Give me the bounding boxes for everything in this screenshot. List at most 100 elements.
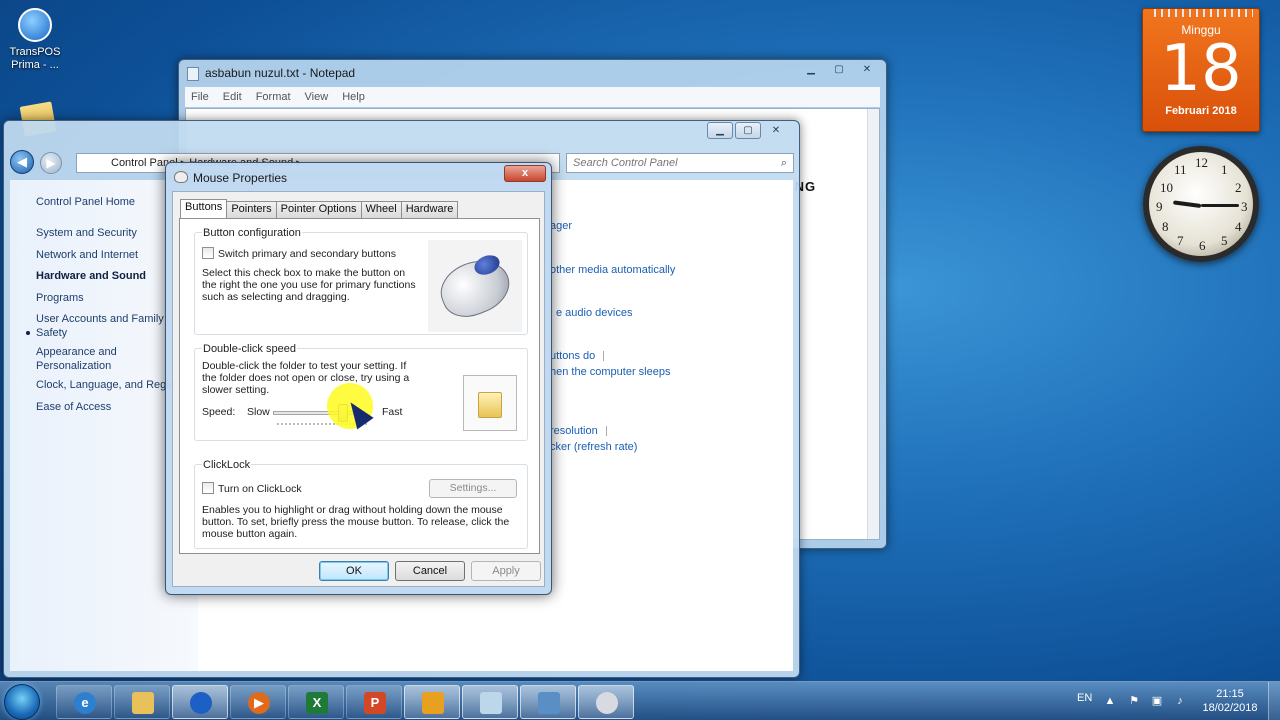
close-button[interactable]: ✕ (854, 61, 880, 78)
menu-view[interactable]: View (305, 91, 329, 103)
nav-hardware-sound[interactable]: Hardware and Sound (36, 269, 146, 283)
internet-explorer-icon: e (74, 692, 96, 714)
clock-number: 4 (1235, 219, 1242, 234)
speed-label: Speed: (202, 406, 236, 418)
minimize-button[interactable]: ▁ (798, 61, 824, 78)
current-bullet-icon (26, 331, 30, 335)
show-hidden-icons-icon[interactable]: ▲ (1103, 694, 1117, 708)
tab-strip: Buttons Pointers Pointer Options Wheel H… (180, 199, 459, 218)
link-refresh-rate[interactable]: cker (refresh rate) (550, 441, 637, 453)
menu-edit[interactable]: Edit (223, 91, 242, 103)
clicklock-group: ClickLock Turn on ClickLock Settings... … (194, 459, 528, 549)
test-folder-area[interactable] (463, 375, 517, 431)
dialog-title: Mouse Properties (193, 171, 288, 185)
link-computer-sleeps[interactable]: hen the computer sleeps (550, 366, 670, 378)
calendar-day-number: 18 (1160, 32, 1242, 106)
button-config-description: Select this check box to make the button… (202, 267, 416, 303)
notepad-title: asbabun nuzul.txt - Notepad (205, 66, 356, 80)
nav-network-internet[interactable]: Network and Internet (36, 248, 138, 262)
link-device-manager[interactable]: ager (550, 220, 572, 232)
clock-number: 2 (1235, 180, 1242, 195)
taskbar-internet-explorer[interactable]: e (56, 685, 112, 719)
language-indicator[interactable]: EN (1077, 692, 1092, 704)
link-audio-devices[interactable]: e audio devices (556, 307, 632, 319)
clicklock-checkbox[interactable] (202, 482, 214, 494)
close-button[interactable]: ✕ (763, 122, 789, 139)
nav-ease-of-access[interactable]: Ease of Access (36, 400, 111, 414)
nav-programs[interactable]: Programs (36, 291, 84, 305)
tab-pointers[interactable]: Pointers (226, 201, 277, 218)
network-icon[interactable]: ▣ (1150, 694, 1164, 708)
tray-clock[interactable]: 21:15 18/02/2018 (1202, 687, 1258, 715)
back-button[interactable]: ◀ (10, 150, 40, 176)
clock-number: 9 (1156, 199, 1163, 214)
taskbar-mouse-properties[interactable] (578, 685, 634, 719)
mouse-icon (174, 171, 188, 183)
link-power-buttons[interactable]: uttons do (550, 350, 605, 362)
clicklock-settings-button[interactable]: Settings... (429, 479, 517, 498)
close-button[interactable]: x (504, 165, 546, 182)
nav-user-accounts[interactable]: User Accounts and Family Safety (36, 312, 176, 340)
taskbar-transpos[interactable] (172, 685, 228, 719)
minimize-button[interactable]: ▁ (707, 122, 733, 139)
notepad-menubar: File Edit Format View Help (185, 87, 880, 107)
action-center-icon[interactable]: ⚑ (1127, 694, 1141, 708)
maximize-button[interactable]: ▢ (735, 122, 761, 139)
transpos-app-icon (18, 8, 52, 42)
tab-wheel[interactable]: Wheel (360, 201, 402, 218)
ok-button[interactable]: OK (319, 561, 389, 581)
clock-number: 5 (1221, 233, 1228, 248)
transpos-icon (190, 692, 212, 714)
switch-buttons-checkbox[interactable] (202, 247, 214, 259)
link-resolution[interactable]: resolution (550, 425, 607, 437)
search-placeholder: Search Control Panel (573, 157, 678, 169)
link-autoplay-media[interactable]: other media automatically (550, 264, 675, 276)
tray-date: 18/02/2018 (1202, 702, 1258, 714)
nav-appearance[interactable]: Appearance and Personalization (36, 345, 136, 373)
calendar-gadget[interactable]: Minggu 18 Februari 2018 (1142, 8, 1260, 132)
menu-help[interactable]: Help (342, 91, 365, 103)
tab-pointer-options[interactable]: Pointer Options (275, 201, 362, 218)
desktop-icon-transpos[interactable]: TransPOS Prima - ... (6, 8, 64, 72)
taskbar-excel[interactable]: X (288, 685, 344, 719)
double-click-description: Double-click the folder to test your set… (202, 360, 410, 396)
group-title: Button configuration (202, 227, 302, 239)
menu-file[interactable]: File (191, 91, 209, 103)
link-power-buttons-text: uttons do (550, 350, 596, 362)
powerpoint-icon: P (364, 692, 386, 714)
nav-control-panel-home[interactable]: Control Panel Home (36, 195, 135, 209)
switch-buttons-label: Switch primary and secondary buttons (218, 248, 397, 260)
start-button[interactable] (4, 684, 40, 720)
forward-button[interactable]: ▶ (40, 152, 62, 174)
search-input[interactable]: Search Control Panel ⌕ (566, 153, 794, 173)
nav-system-security[interactable]: System and Security (36, 226, 137, 240)
maximize-button[interactable]: ▢ (826, 61, 852, 78)
taskbar-control-panel[interactable] (520, 685, 576, 719)
apply-button[interactable]: Apply (471, 561, 541, 581)
clock-gadget[interactable]: 12 1 2 3 4 5 6 7 8 9 10 11 (1143, 146, 1259, 262)
taskbar-sticky-app[interactable] (404, 685, 460, 719)
mouse-properties-dialog: Mouse Properties x Buttons Pointers Poin… (165, 162, 552, 595)
tab-buttons[interactable]: Buttons (180, 199, 228, 218)
clock-number: 12 (1195, 155, 1208, 170)
clock-number: 7 (1177, 233, 1184, 248)
clicklock-label: Turn on ClickLock (218, 483, 302, 495)
tab-hardware[interactable]: Hardware (400, 201, 459, 218)
minute-hand (1201, 204, 1239, 207)
file-explorer-icon (132, 692, 154, 714)
calendar-rings (1149, 9, 1253, 17)
show-desktop-button[interactable] (1268, 682, 1280, 720)
taskbar-media-player[interactable]: ▶ (230, 685, 286, 719)
taskbar-file-explorer[interactable] (114, 685, 170, 719)
menu-format[interactable]: Format (256, 91, 291, 103)
notepad-scrollbar[interactable] (867, 109, 879, 539)
volume-icon[interactable]: ♪ (1173, 694, 1187, 708)
link-resolution-text: resolution (550, 425, 598, 437)
cancel-button[interactable]: Cancel (395, 561, 465, 581)
mouse-image (428, 240, 522, 332)
separator (603, 351, 605, 362)
search-icon[interactable]: ⌕ (781, 154, 787, 172)
taskbar-notepad[interactable] (462, 685, 518, 719)
desktop-icon-label: TransPOS Prima - ... (9, 46, 61, 71)
taskbar-powerpoint[interactable]: P (346, 685, 402, 719)
